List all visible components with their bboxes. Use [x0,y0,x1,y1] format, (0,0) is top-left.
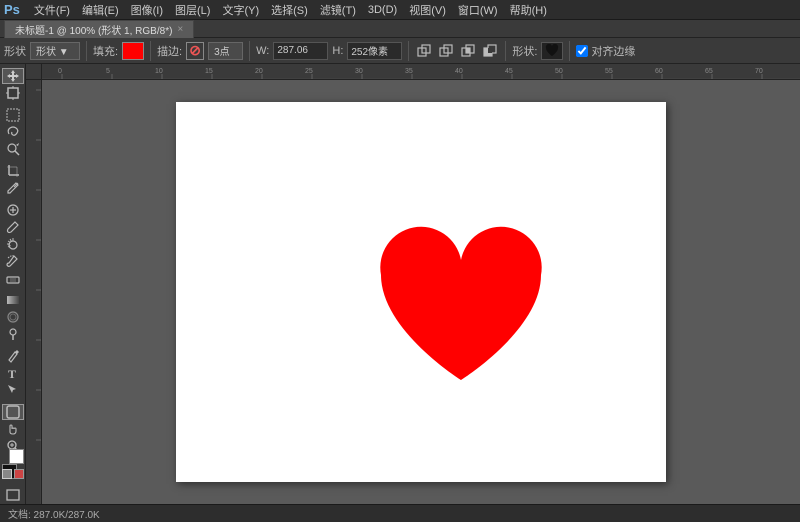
canvas-viewport [42,80,800,504]
canvas-document [176,102,666,482]
pen-tool[interactable] [2,348,24,364]
align-edges-checkbox[interactable] [576,45,588,57]
svg-text:65: 65 [705,68,713,75]
separator-6 [569,41,570,61]
separator-3 [249,41,250,61]
height-input[interactable] [347,42,402,60]
left-toolbar: T [0,64,26,504]
svg-text:0: 0 [58,68,62,75]
separator-4 [408,41,409,61]
quick-mask-on[interactable] [14,469,24,479]
svg-text:35: 35 [405,68,413,75]
brush-tool[interactable] [2,219,24,235]
main-area: T [0,64,800,504]
tab-label: 未标题-1 @ 100% (形状 1, RGB/8*) [15,22,172,37]
svg-text:45: 45 [505,68,513,75]
menu-filter[interactable]: 滤镜(T) [314,1,362,19]
hand-tool[interactable] [2,421,24,437]
svg-text:10: 10 [155,68,163,75]
svg-text:55: 55 [605,68,613,75]
menu-edit[interactable]: 编辑(E) [76,1,125,19]
svg-text:60: 60 [655,68,663,75]
menu-window[interactable]: 窗口(W) [452,1,504,19]
width-input[interactable] [273,42,328,60]
width-label: W: [256,45,269,57]
menu-view[interactable]: 视图(V) [403,1,452,19]
lasso-tool[interactable] [2,124,24,140]
crop-tool[interactable] [2,163,24,179]
canvas-area: 0 5 10 15 20 25 30 35 40 [26,64,800,504]
svg-text:T: T [8,367,16,380]
menu-layer[interactable]: 图层(L) [169,1,216,19]
menu-bar: Ps 文件(F) 编辑(E) 图像(I) 图层(L) 文字(Y) 选择(S) 滤… [0,0,800,20]
menu-image[interactable]: 图像(I) [125,1,169,19]
blur-tool[interactable] [2,309,24,325]
ruler-left: 0 [26,80,42,504]
heal-tool[interactable] [2,202,24,218]
heart-shape [361,220,561,400]
separator-2 [150,41,151,61]
stroke-color-swatch[interactable]: ⊘ [186,42,204,60]
path-subtract-button[interactable] [437,42,455,60]
shape-picker-preview[interactable] [541,42,563,60]
screen-mode-btn[interactable] [2,484,24,506]
height-label: H: [332,45,343,57]
ruler-corner [26,64,42,80]
separator-5 [505,41,506,61]
document-tab[interactable]: 未标题-1 @ 100% (形状 1, RGB/8*) × [4,20,194,38]
svg-text:5: 5 [106,68,110,75]
tab-close-icon[interactable]: × [177,24,183,35]
path-select-tool[interactable] [2,382,24,398]
menu-3d[interactable]: 3D(D) [362,3,403,17]
quick-mask-off[interactable] [2,469,12,479]
history-brush-tool[interactable] [2,253,24,269]
stroke-pts-button[interactable]: 3点 [208,42,243,60]
shape-mode-label: 形状 [4,43,26,59]
quick-select-tool[interactable] [2,141,24,157]
app-logo: Ps [4,2,20,17]
shape-mode-button[interactable]: 形状 ▼ [30,42,80,60]
svg-text:20: 20 [255,68,263,75]
svg-text:25: 25 [305,68,313,75]
tab-bar: 未标题-1 @ 100% (形状 1, RGB/8*) × [0,20,800,38]
menu-help[interactable]: 帮助(H) [504,1,553,19]
stroke-label: 描边: [157,43,182,59]
text-tool[interactable]: T [2,365,24,381]
align-edges-label: 对齐边缘 [591,43,635,59]
fill-label: 填充: [93,43,118,59]
status-text: 文档: 287.0K/287.0K [8,506,100,521]
gradient-tool[interactable] [2,292,24,308]
background-color[interactable] [9,449,24,464]
svg-text:70: 70 [755,68,763,75]
menu-text[interactable]: 文字(Y) [216,1,265,19]
menu-file[interactable]: 文件(F) [28,1,76,19]
artboard-tool[interactable] [2,85,24,101]
eraser-tool[interactable] [2,270,24,286]
screen-mode-icon[interactable] [2,484,24,506]
path-exclude-button[interactable] [481,42,499,60]
path-combine-button[interactable] [415,42,433,60]
menu-select[interactable]: 选择(S) [265,1,314,19]
svg-text:50: 50 [555,68,563,75]
fill-color-swatch[interactable] [122,42,144,60]
align-edges-area: 对齐边缘 [576,43,635,59]
ruler-top: 0 5 10 15 20 25 30 35 40 [42,64,800,80]
separator-1 [86,41,87,61]
eyedropper-tool[interactable] [2,180,24,196]
marquee-tool[interactable] [2,107,24,123]
status-bar: 文档: 287.0K/287.0K [0,504,800,522]
svg-text:30: 30 [355,68,363,75]
path-intersect-button[interactable] [459,42,477,60]
svg-text:40: 40 [455,68,463,75]
options-bar: 形状 形状 ▼ 填充: 描边: ⊘ 3点 W: H: 形状: 对齐边缘 [0,38,800,64]
dodge-tool[interactable] [2,326,24,342]
move-tool[interactable] [2,68,24,84]
clone-stamp-tool[interactable] [2,236,24,252]
svg-text:15: 15 [205,68,213,75]
shape-tool[interactable] [2,404,24,420]
shape-label-2: 形状: [512,43,537,59]
